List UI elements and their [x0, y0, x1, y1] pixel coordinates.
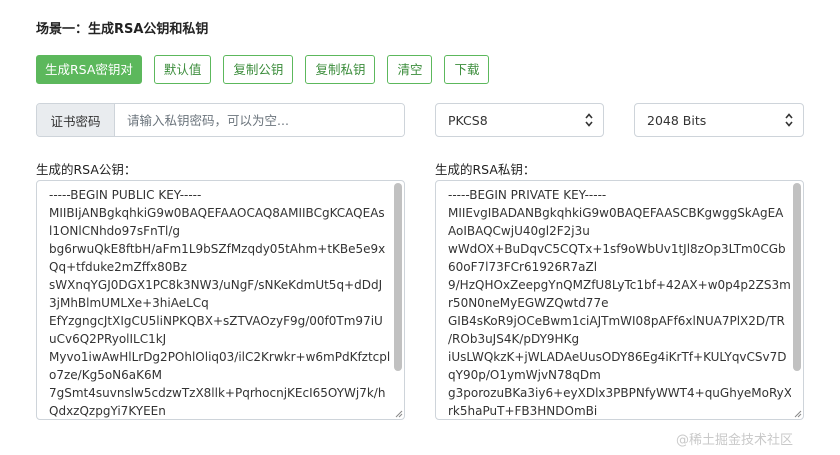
- public-key-text: -----BEGIN PUBLIC KEY----- MIIBIjANBgkqh…: [49, 188, 391, 418]
- private-key-scroll-thumb[interactable]: [793, 183, 801, 371]
- key-format-value: PKCS8: [448, 112, 488, 128]
- public-key-scroll-thumb[interactable]: [394, 183, 402, 371]
- key-bits-select[interactable]: 2048 Bits: [634, 103, 804, 137]
- password-input[interactable]: [115, 104, 404, 136]
- copy-private-key-button[interactable]: 复制私钥: [305, 55, 376, 84]
- password-label: 证书密码: [37, 104, 115, 136]
- default-value-button[interactable]: 默认值: [153, 55, 212, 84]
- key-bits-value: 2048 Bits: [647, 112, 707, 128]
- private-key-scrollbar[interactable]: [793, 183, 801, 405]
- select-arrows-icon: [785, 113, 793, 127]
- resize-handle-icon[interactable]: [393, 408, 403, 418]
- action-toolbar: 生成RSA密钥对 默认值 复制公钥 复制私钥 清空 下载: [36, 55, 490, 84]
- public-key-label: 生成的RSA公钥：: [36, 162, 137, 177]
- private-key-textarea[interactable]: -----BEGIN PRIVATE KEY----- MIIEvgIBADAN…: [435, 180, 804, 420]
- section-title: 场景一：生成RSA公钥和私钥: [36, 22, 209, 37]
- public-key-scrollbar[interactable]: [394, 183, 402, 405]
- generate-keypair-button[interactable]: 生成RSA密钥对: [36, 55, 142, 84]
- private-key-label: 生成的RSA私钥：: [435, 162, 536, 177]
- private-key-text: -----BEGIN PRIVATE KEY----- MIIEvgIBADAN…: [448, 188, 791, 418]
- select-arrows-icon: [585, 113, 593, 127]
- watermark: @稀土掘金技术社区: [676, 433, 794, 448]
- password-input-group: 证书密码: [36, 103, 405, 137]
- download-button[interactable]: 下载: [444, 55, 490, 84]
- clear-button[interactable]: 清空: [387, 55, 433, 84]
- key-format-select[interactable]: PKCS8: [435, 103, 604, 137]
- public-key-textarea[interactable]: -----BEGIN PUBLIC KEY----- MIIBIjANBgkqh…: [36, 180, 405, 420]
- resize-handle-icon[interactable]: [792, 408, 802, 418]
- copy-public-key-button[interactable]: 复制公钥: [223, 55, 294, 84]
